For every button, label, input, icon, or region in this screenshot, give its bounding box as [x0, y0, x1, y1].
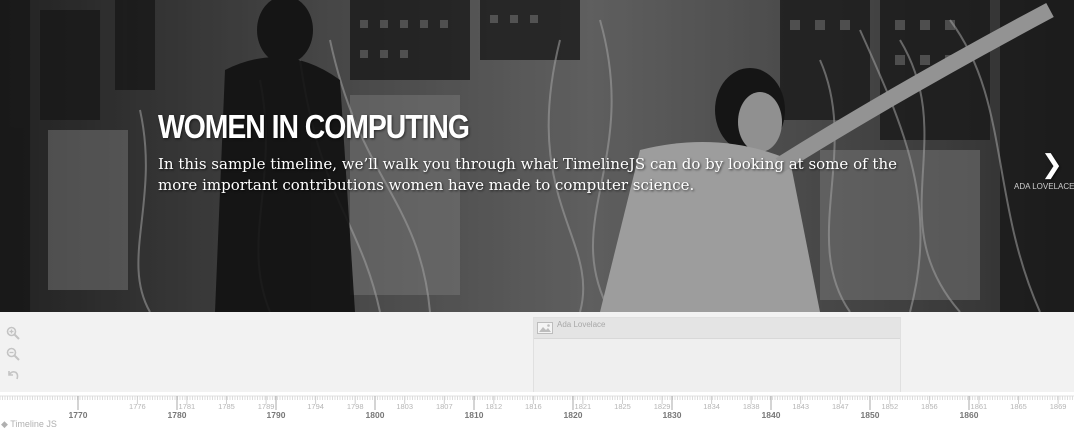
axis-major-label: 1840 [762, 410, 781, 420]
axis-major-label: 1860 [960, 410, 979, 420]
back-to-start-icon [8, 371, 19, 380]
chevron-right-icon: ❯ [1041, 150, 1063, 180]
axis-minor-label: 1856 [921, 402, 938, 411]
zoom-in-button[interactable] [6, 326, 22, 342]
slide-text: In this sample timeline, we’ll walk you … [158, 155, 897, 194]
axis-minor-label: 1803 [396, 402, 413, 411]
timeline-marker-ada-lovelace[interactable]: Ada Lovelace [533, 317, 901, 403]
axis-minor-label: 1807 [436, 402, 453, 411]
axis-major-label: 1780 [168, 410, 187, 420]
zoom-out-button[interactable] [6, 347, 22, 363]
axis-major-label: 1830 [663, 410, 682, 420]
marker-title: Ada Lovelace [557, 320, 606, 329]
axis-minor-label: 1865 [1010, 402, 1027, 411]
back-to-start-button[interactable] [6, 368, 22, 384]
timelinejs-credit-link[interactable]: ◆ Timeline JS [1, 419, 57, 430]
marker-header: Ada Lovelace [534, 318, 900, 339]
axis-major-label: 1800 [366, 410, 385, 420]
axis-minor-label: 1843 [792, 402, 809, 411]
axis-major-label: 1810 [465, 410, 484, 420]
axis-minor-label: 1847 [832, 402, 849, 411]
image-icon [537, 322, 553, 334]
axis-minor-label: 1834 [703, 402, 720, 411]
axis-minor-label: 1785 [218, 402, 235, 411]
axis-minor-label: 1812 [485, 402, 502, 411]
axis-minor-label: 1852 [881, 402, 898, 411]
axis-minor-label: 1816 [525, 402, 542, 411]
axis-minor-label: 1838 [743, 402, 760, 411]
next-slide-button[interactable]: ❯ ADA LOVELACE [1014, 150, 1074, 196]
axis-minor-label: 1798 [347, 402, 364, 411]
axis-minor-label: 1794 [307, 402, 324, 411]
axis-major-label: 1850 [861, 410, 880, 420]
axis-major-label: 1790 [267, 410, 286, 420]
zoom-out-icon [6, 347, 20, 361]
axis-major-label: 1820 [564, 410, 583, 420]
slide-headline: WOMEN IN COMPUTING [158, 108, 470, 145]
time-axis: 1776 1781 1785 1789 1794 1798 1803 1807 1812 1816… [0, 392, 1074, 431]
axis-minor-label: 1825 [614, 402, 631, 411]
title-slide: WOMEN IN COMPUTING In this sample timeli… [0, 0, 1074, 312]
zoom-in-icon [6, 326, 20, 340]
axis-minor-label: 1869 [1050, 402, 1067, 411]
time-axis-ticks: 1776 1781 1785 1789 1794 1798 1803 1807 1812 1816… [0, 395, 1074, 420]
axis-major-label: 1770 [69, 410, 88, 420]
timeline-nav: Ada Lovelace 1776 1781 1785 1789 1794 1798 180… [0, 312, 1074, 431]
next-slide-label: ADA LOVELACE [1014, 182, 1074, 191]
axis-minor-label: 1776 [129, 402, 146, 411]
